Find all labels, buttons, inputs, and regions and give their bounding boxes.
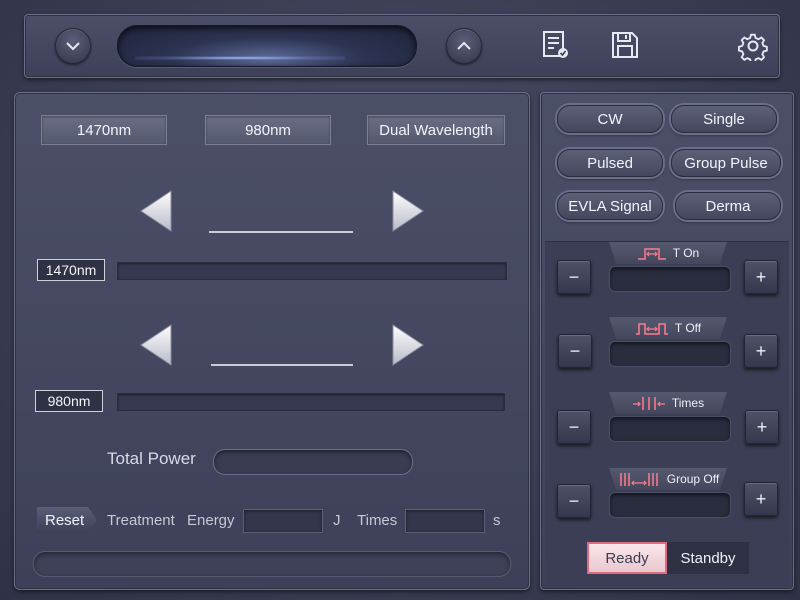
wavelength-panel: 1470nm 980nm Dual Wavelength 1470nm 980n… [14,92,530,590]
group-off-minus-button[interactable]: − [557,484,591,518]
t-off-minus-button[interactable]: − [558,334,592,368]
ready-button[interactable]: Ready [587,542,667,574]
mode-single-button[interactable]: Single [671,105,777,133]
arrow-left-icon [140,190,172,232]
t-on-field [609,266,731,292]
chevron-up-icon [457,41,471,50]
reset-button[interactable]: Reset [37,507,97,533]
param-header-t-off: T Off [609,317,727,339]
times-label: Times [357,512,398,529]
times-plus-button[interactable]: + [745,410,779,444]
times-unit: s [493,512,501,529]
mode-evla-signal-button[interactable]: EVLA Signal [557,192,663,220]
pulse-off-icon [635,323,668,335]
arrow-left-icon [140,324,172,366]
param-label-times: Times [671,396,705,410]
status-bar [33,551,511,577]
energy-field [243,509,323,533]
channel-label-980: 980nm [35,390,103,412]
tab-1470nm[interactable]: 1470nm [41,115,167,145]
energy-label: Energy [187,512,235,529]
display-bar [117,25,417,67]
power-slider-1470[interactable] [117,262,507,280]
arrow-right-icon [392,324,424,366]
increase-1470-button[interactable] [387,187,427,235]
param-header-times: Times [609,392,727,414]
scroll-up-button[interactable] [446,28,482,64]
decrease-980-button[interactable] [137,321,177,369]
pulse-times-icon [632,397,665,410]
pulse-on-icon [637,248,666,260]
times-field [405,509,485,533]
mode-panel: CW Single Pulsed Group Pulse EVLA Signal… [540,92,794,590]
param-label-t-off: T Off [674,321,702,335]
param-label-t-on: T On [672,246,700,260]
param-label-group-off: Group Off [666,472,720,486]
tab-dual-wavelength[interactable]: Dual Wavelength [367,115,505,145]
energy-unit: J [333,512,341,529]
times-param-field [609,416,731,442]
t-off-field [609,341,731,367]
param-header-t-on: T On [609,242,727,264]
standby-button[interactable]: Standby [667,542,749,574]
param-header-group-off: Group Off [609,468,727,490]
treatment-label: Treatment [107,512,175,529]
mode-pulsed-button[interactable]: Pulsed [557,149,663,177]
mode-cw-button[interactable]: CW [557,105,663,133]
group-off-icon [620,473,658,486]
t-on-plus-button[interactable]: + [744,260,778,294]
mode-derma-button[interactable]: Derma [675,192,781,220]
chevron-down-icon [66,42,80,51]
t-off-plus-button[interactable]: + [744,334,778,368]
top-bar [24,14,780,78]
settings-button[interactable] [737,30,769,62]
channel-label-1470: 1470nm [37,259,105,281]
group-off-plus-button[interactable]: + [744,482,778,516]
total-power-label: Total Power [107,449,196,468]
group-off-field [609,492,731,518]
power-value-980 [211,364,353,366]
report-button[interactable] [539,29,571,61]
parameter-area: T On − + T Off − + Times − + Group Off −… [545,241,789,586]
increase-980-button[interactable] [387,321,427,369]
power-slider-980[interactable] [117,393,505,411]
gear-icon [738,33,768,61]
save-button[interactable] [609,29,641,61]
decrease-1470-button[interactable] [137,187,177,235]
power-value-1470 [209,231,353,233]
total-power-field [213,449,413,475]
scroll-down-button[interactable] [55,28,91,64]
times-minus-button[interactable]: − [557,410,591,444]
save-icon [612,32,638,58]
arrow-right-icon [392,190,424,232]
display-glow [135,56,345,60]
mode-group-pulse-button[interactable]: Group Pulse [671,149,781,177]
t-on-minus-button[interactable]: − [557,260,591,294]
report-icon [543,31,568,58]
tab-980nm[interactable]: 980nm [205,115,331,145]
